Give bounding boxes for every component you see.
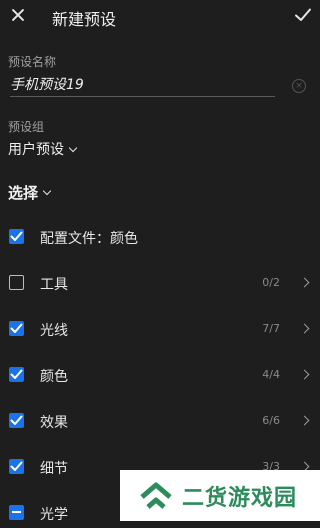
select-label: 选择 [8, 184, 39, 202]
select-dropdown[interactable]: 选择 [8, 182, 52, 203]
chevron-right-icon[interactable] [299, 415, 310, 426]
chevron-right-icon[interactable] [299, 323, 310, 334]
preset-group-dropdown[interactable]: 用户预设 [8, 139, 78, 159]
preset-group-value: 用户预设 [8, 142, 64, 158]
option-label: 效果 [40, 415, 68, 431]
option-label: 光线 [40, 323, 68, 339]
watermark: 二货游戏园 [120, 470, 320, 521]
option-checkbox[interactable] [9, 413, 24, 428]
check-icon[interactable] [294, 6, 312, 24]
option-label: 光学 [40, 507, 68, 523]
close-icon[interactable] [8, 6, 28, 26]
option-checkbox[interactable] [9, 275, 24, 290]
option-checkbox[interactable] [9, 229, 24, 244]
option-checkbox[interactable] [9, 505, 24, 520]
option-label: 工具 [40, 277, 68, 293]
option-row[interactable]: 配置文件：颜色 [0, 222, 320, 252]
option-label: 配置文件：颜色 [40, 231, 138, 247]
preset-name-input[interactable] [10, 74, 275, 97]
option-label: 细节 [40, 461, 68, 477]
option-checkbox[interactable] [9, 459, 24, 474]
option-label: 颜色 [40, 369, 68, 385]
watermark-text: 二货游戏园 [182, 485, 298, 511]
top-bar: 新建预设 [0, 0, 320, 34]
option-count: 4/4 [262, 368, 280, 381]
option-row[interactable]: 工具 0/2 [0, 268, 320, 298]
option-count: 7/7 [262, 322, 280, 335]
chevron-right-icon[interactable] [299, 369, 310, 380]
option-row[interactable]: 光线 7/7 [0, 314, 320, 344]
option-checkbox[interactable] [9, 321, 24, 336]
clear-input-icon[interactable]: × [292, 79, 306, 93]
option-row[interactable]: 效果 6/6 [0, 406, 320, 436]
option-checkbox[interactable] [9, 367, 24, 382]
chevron-down-icon [68, 143, 78, 152]
watermark-logo-icon [140, 482, 172, 509]
preset-group-label: 预设组 [8, 120, 45, 134]
option-count: 0/2 [262, 276, 280, 289]
chevron-right-icon[interactable] [299, 277, 310, 288]
preset-name-label: 预设名称 [8, 55, 57, 69]
chevron-down-icon [42, 186, 52, 196]
page-title: 新建预设 [52, 10, 117, 29]
option-count: 6/6 [262, 414, 280, 427]
option-row[interactable]: 颜色 4/4 [0, 360, 320, 390]
